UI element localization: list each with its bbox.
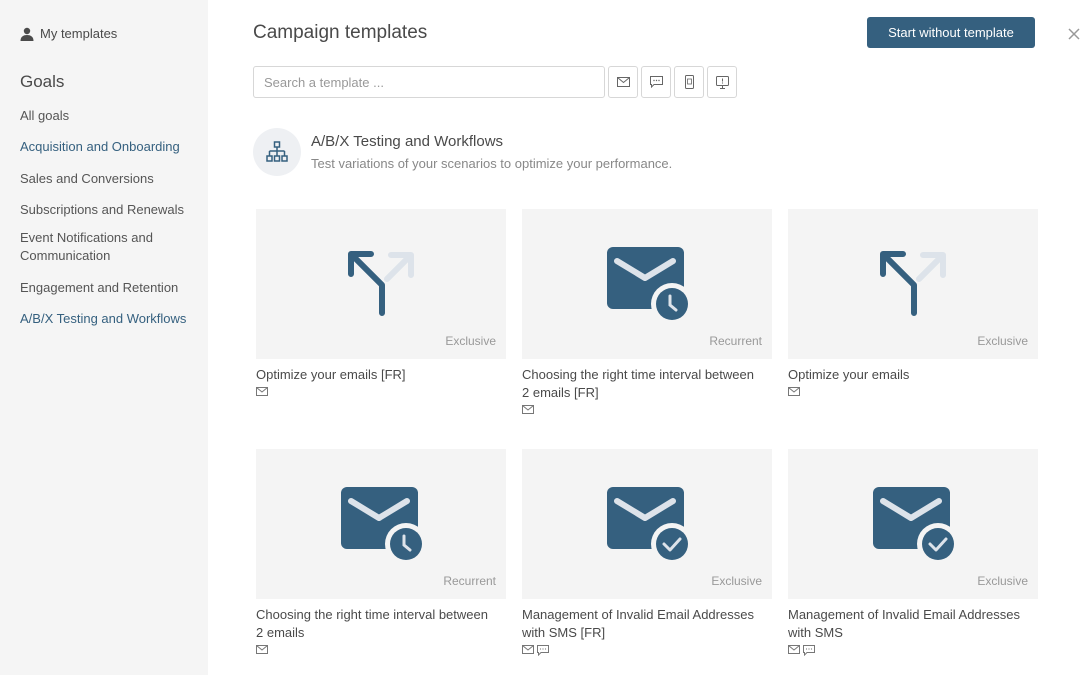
template-title: Choosing the right time interval between…	[522, 367, 754, 400]
channel-list	[788, 387, 1038, 399]
channel-list	[522, 645, 772, 657]
template-badge: Exclusive	[445, 334, 496, 348]
email-icon	[616, 77, 630, 87]
sidebar: My templates Goals All goals Acquisition…	[0, 0, 208, 675]
channel-list	[256, 387, 506, 399]
page-title: Campaign templates	[253, 22, 428, 43]
filter-email-button[interactable]	[608, 66, 638, 98]
mobile-icon	[684, 75, 694, 89]
channel-list	[256, 645, 506, 657]
template-title: Management of Invalid Email Addresses wi…	[788, 607, 1020, 640]
template-card[interactable]: Exclusive Optimize your emails [FR]	[256, 209, 506, 399]
email-icon	[788, 387, 800, 396]
close-icon[interactable]	[1067, 27, 1081, 41]
web-push-icon	[715, 75, 729, 89]
my-templates-label: My templates	[40, 26, 118, 41]
sidebar-item-sales[interactable]: Sales and Conversions	[20, 170, 200, 188]
template-badge: Recurrent	[709, 334, 762, 348]
template-thumbnail: Exclusive	[788, 449, 1038, 599]
template-card[interactable]: Exclusive Management of Invalid Email Ad…	[788, 449, 1038, 657]
template-card[interactable]: Recurrent Choosing the right time interv…	[522, 209, 772, 417]
template-badge: Recurrent	[443, 574, 496, 588]
template-badge: Exclusive	[711, 574, 762, 588]
sidebar-title: Goals	[20, 72, 65, 91]
channel-list	[522, 405, 772, 417]
template-thumbnail: Exclusive	[788, 209, 1038, 359]
template-thumbnail: Recurrent	[522, 209, 772, 359]
filter-web-push-button[interactable]	[707, 66, 737, 98]
email-icon	[522, 645, 534, 654]
template-thumbnail: Recurrent	[256, 449, 506, 599]
my-templates-link[interactable]: My templates	[20, 26, 117, 41]
template-card[interactable]: Exclusive Optimize your emails	[788, 209, 1038, 399]
email-icon	[522, 405, 534, 414]
workflow-tree-icon	[266, 141, 288, 162]
start-without-template-button[interactable]: Start without template	[867, 17, 1035, 48]
filter-sms-button[interactable]	[641, 66, 671, 98]
template-title: Management of Invalid Email Addresses wi…	[522, 607, 754, 640]
template-thumbnail: Exclusive	[522, 449, 772, 599]
section-icon-wrapper	[253, 128, 301, 176]
template-title: Choosing the right time interval between…	[256, 607, 488, 640]
template-title: Optimize your emails	[788, 367, 910, 382]
sms-icon	[537, 645, 549, 656]
sidebar-item-engagement[interactable]: Engagement and Retention	[20, 279, 200, 297]
template-card[interactable]: Exclusive Management of Invalid Email Ad…	[522, 449, 772, 657]
goal-list: All goals Acquisition and Onboarding Sal…	[20, 107, 200, 328]
template-card[interactable]: Recurrent Choosing the right time interv…	[256, 449, 506, 657]
channel-list	[788, 645, 1038, 657]
template-badge: Exclusive	[977, 574, 1028, 588]
sms-icon	[803, 645, 815, 656]
user-icon	[20, 27, 34, 41]
filter-mobile-button[interactable]	[674, 66, 704, 98]
section-title: A/B/X Testing and Workflows	[311, 133, 504, 150]
template-badge: Exclusive	[977, 334, 1028, 348]
sidebar-item-event-notifications[interactable]: Event Notifications and Communication	[20, 229, 200, 265]
template-thumbnail: Exclusive	[256, 209, 506, 359]
email-icon	[256, 387, 268, 396]
template-title: Optimize your emails [FR]	[256, 367, 406, 382]
sms-icon	[649, 76, 663, 88]
sidebar-item-abx-testing[interactable]: A/B/X Testing and Workflows	[20, 310, 200, 328]
sidebar-item-subscriptions[interactable]: Subscriptions and Renewals	[20, 201, 200, 219]
section-description: Test variations of your scenarios to opt…	[311, 156, 673, 171]
search-input[interactable]	[253, 66, 605, 98]
email-icon	[256, 645, 268, 654]
sidebar-item-acquisition[interactable]: Acquisition and Onboarding	[20, 138, 200, 156]
email-icon	[788, 645, 800, 654]
sidebar-item-all-goals[interactable]: All goals	[20, 107, 200, 125]
